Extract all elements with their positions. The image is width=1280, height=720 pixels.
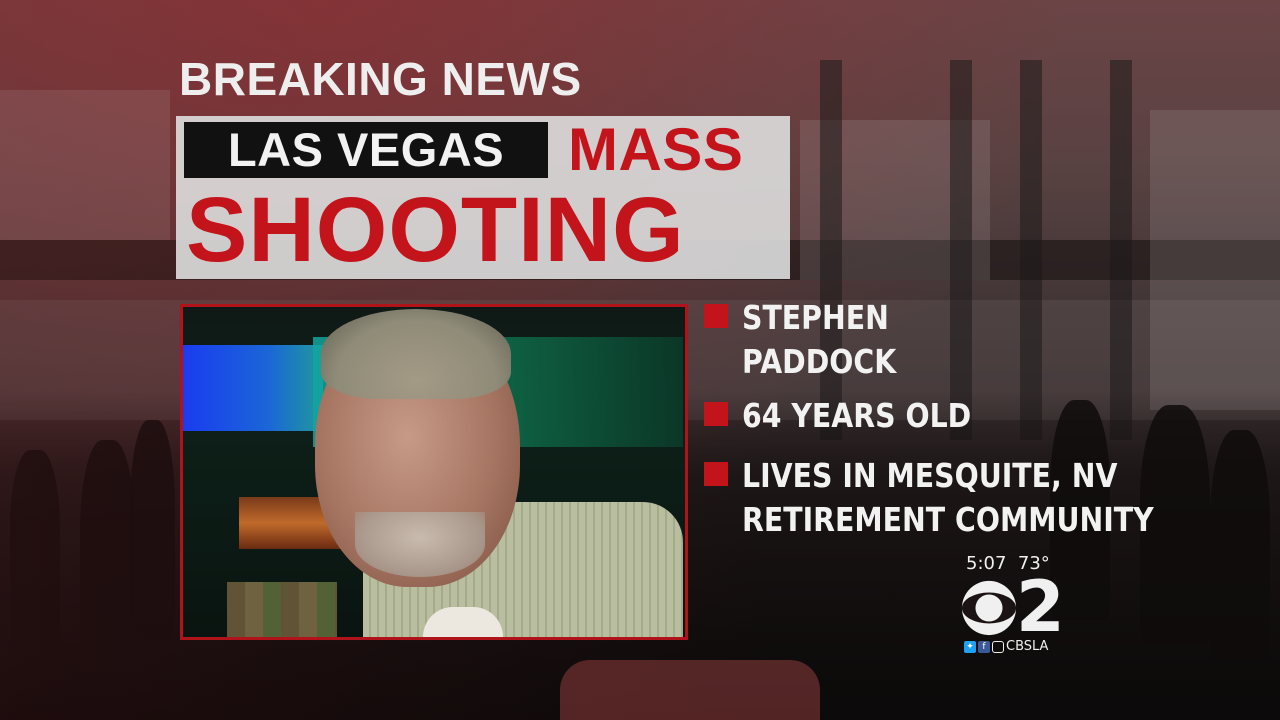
bullet-square-icon: [704, 402, 728, 426]
photo-pixelated-area: [227, 582, 337, 637]
headline-panel: LAS VEGAS MASS SHOOTING: [176, 116, 790, 279]
fact-line: 64 YEARS OLD: [742, 396, 972, 435]
social-handle: ✦ f CBSLA: [964, 639, 1048, 654]
facebook-icon: f: [978, 640, 990, 653]
suspect-photo: [180, 304, 688, 640]
bullet-square-icon: [704, 462, 728, 486]
clock-time: 5:07: [966, 553, 1007, 574]
fact-line: PADDOCK: [742, 342, 897, 381]
location-label: LAS VEGAS: [184, 122, 548, 178]
headline-title-part2: SHOOTING: [186, 179, 685, 281]
twitter-icon: ✦: [964, 640, 976, 653]
headline-title-part1: MASS: [568, 116, 744, 183]
fact-line: LIVES IN MESQUITE, NV: [742, 456, 1118, 495]
cbs-eye-icon: [961, 580, 1017, 636]
station-bug: 5:07 73° 2 ✦ f CBSLA: [960, 553, 1100, 663]
fact-text: LIVES IN MESQUITE, NV RETIREMENT COMMUNI…: [742, 454, 1154, 542]
channel-number: 2: [1016, 566, 1065, 648]
handle-text: CBSLA: [1006, 639, 1049, 654]
instagram-icon: [992, 640, 1004, 653]
photo-beard: [355, 512, 485, 577]
fact-text: 64 YEARS OLD: [742, 394, 971, 438]
fact-line: RETIREMENT COMMUNITY: [742, 500, 1154, 539]
photo-hair: [321, 309, 511, 399]
breaking-news-label: BREAKING NEWS: [179, 53, 582, 105]
fact-text: STEPHEN PADDOCK: [742, 296, 896, 384]
photo-blue-light: [183, 345, 323, 431]
fact-line: STEPHEN: [742, 298, 889, 337]
bullet-square-icon: [704, 304, 728, 328]
